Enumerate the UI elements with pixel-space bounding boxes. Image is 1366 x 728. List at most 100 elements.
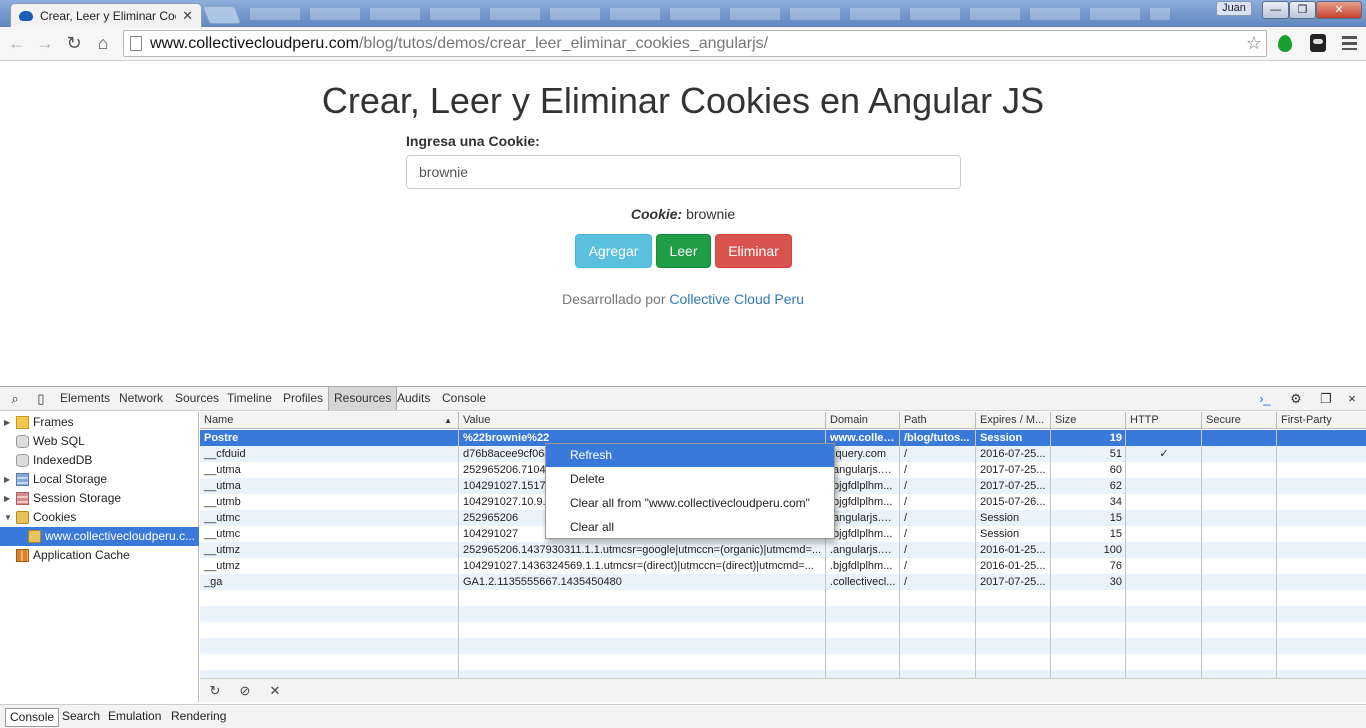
cell-first-party xyxy=(1277,526,1366,542)
clear-blocked-icon[interactable]: ⊘ xyxy=(237,683,253,699)
col-header-domain[interactable]: Domain xyxy=(826,412,900,429)
cell-domain: .bjgfdlplhm... xyxy=(830,560,893,572)
tab-network[interactable]: Network xyxy=(114,387,168,410)
sidebar-item-local-storage[interactable]: ▶ Local Storage xyxy=(0,470,199,489)
cell-size: 19 xyxy=(1109,432,1122,444)
web-page: Crear, Leer y Eliminar Cookies en Angula… xyxy=(0,62,1366,386)
tab-close-icon[interactable]: ✕ xyxy=(182,8,193,24)
menu-item-clear-all-from[interactable]: Clear all from "www.collectivecloudperu.… xyxy=(546,492,834,515)
cell-expires: 2017-07-25... xyxy=(980,576,1046,588)
col-header-size[interactable]: Size xyxy=(1051,412,1126,429)
sidebar-item-cookies[interactable]: ▼ Cookies xyxy=(0,508,199,527)
refresh-icon[interactable]: ↻ xyxy=(207,683,223,699)
reload-icon[interactable]: ↻ xyxy=(64,33,84,53)
tab-timeline[interactable]: Timeline xyxy=(222,387,277,410)
cookie-display: Cookie: brownie xyxy=(0,206,1366,222)
drawer-tab-emulation[interactable]: Emulation xyxy=(104,708,165,727)
cell-http xyxy=(1126,526,1202,542)
table-row[interactable]: _ga GA1.2.1135555667.1435450480 .collectiv… xyxy=(200,574,1366,590)
bookmark-star-icon[interactable]: ☆ xyxy=(1246,33,1262,54)
cell-expires: 2016-07-25... xyxy=(980,448,1046,460)
col-header-first-party[interactable]: First-Party xyxy=(1277,412,1366,429)
tab-audits[interactable]: Audits xyxy=(392,387,435,410)
delete-button[interactable]: Eliminar xyxy=(715,234,792,268)
expand-triangle-icon[interactable]: ▶ xyxy=(4,470,10,489)
sidebar-item-frames[interactable]: ▶ Frames xyxy=(0,413,199,432)
cell-size: 76 xyxy=(1109,560,1122,572)
owl-extension-icon[interactable] xyxy=(1310,34,1326,52)
profile-badge[interactable]: Juan xyxy=(1216,1,1252,16)
menu-item-refresh[interactable]: Refresh xyxy=(546,444,834,467)
cell-value: 104291027.1436324569.1.1.utmcsr=(direct)… xyxy=(463,560,814,572)
address-bar[interactable]: www.collectivecloudperu.com /blog/tutos/… xyxy=(123,30,1267,57)
drawer-tab-search[interactable]: Search xyxy=(58,708,104,727)
console-drawer-icon[interactable]: ›_ xyxy=(1257,391,1273,407)
tab-elements[interactable]: Elements xyxy=(55,387,115,410)
close-devtools-icon[interactable]: × xyxy=(1344,391,1360,407)
cookie-input[interactable] xyxy=(406,155,961,189)
gear-icon[interactable]: ⚙ xyxy=(1288,391,1304,407)
cell-name: __utmz xyxy=(204,544,241,556)
cell-first-party xyxy=(1277,446,1366,462)
col-header-name[interactable]: Name ▲ xyxy=(200,412,459,429)
cell-secure xyxy=(1202,526,1277,542)
empty-row xyxy=(200,638,1366,654)
table-row[interactable]: __utmz 104291027.1436324569.1.1.utmcsr=(d… xyxy=(200,558,1366,574)
new-tab-button[interactable] xyxy=(202,6,242,24)
minimize-button[interactable]: — xyxy=(1262,1,1289,19)
tab-resources[interactable]: Resources xyxy=(328,387,398,410)
cell-size: 100 xyxy=(1103,544,1122,556)
drawer-tab-console[interactable]: Console xyxy=(5,708,60,727)
browser-tab[interactable]: Crear, Leer y Eliminar Coo ✕ xyxy=(10,3,202,27)
cookie-display-value: brownie xyxy=(686,206,736,222)
sidebar-item-session-storage[interactable]: ▶ Session Storage xyxy=(0,489,199,508)
expand-triangle-icon[interactable]: ▶ xyxy=(4,413,10,432)
cell-path: / xyxy=(904,560,908,572)
back-arrow-icon[interactable]: ← xyxy=(7,33,27,53)
cell-path: / xyxy=(904,496,908,508)
delete-x-icon[interactable]: ✕ xyxy=(267,683,283,699)
column-divider xyxy=(1276,429,1277,678)
col-header-secure[interactable]: Secure xyxy=(1202,412,1277,429)
menu-item-delete[interactable]: Delete xyxy=(546,468,834,491)
forward-arrow-icon[interactable]: → xyxy=(35,33,55,53)
home-icon[interactable]: ⌂ xyxy=(93,33,113,53)
close-window-button[interactable]: ✕ xyxy=(1316,1,1362,19)
dock-side-icon[interactable]: ❐ xyxy=(1318,391,1334,407)
maximize-button[interactable]: ❐ xyxy=(1289,1,1316,19)
collapse-triangle-icon[interactable]: ▼ xyxy=(4,508,12,527)
col-header-expires[interactable]: Expires / M... xyxy=(976,412,1051,429)
devtools-tab-bar: ⌕ ▯ Elements Network Sources Timeline Pr… xyxy=(0,387,1366,411)
sidebar-item-web-sql[interactable]: Web SQL xyxy=(0,432,199,451)
table-icon xyxy=(16,473,29,486)
cell-name: _ga xyxy=(204,576,223,588)
device-mode-icon[interactable]: ▯ xyxy=(33,391,49,407)
column-divider xyxy=(458,429,459,678)
col-header-path[interactable]: Path xyxy=(900,412,976,429)
window-title-bar: Crear, Leer y Eliminar Coo ✕ Juan — ❐ ✕ xyxy=(0,0,1366,27)
leaf-extension-icon[interactable] xyxy=(1278,35,1292,52)
expand-triangle-icon[interactable]: ▶ xyxy=(4,489,10,508)
read-button[interactable]: Leer xyxy=(656,234,711,268)
sidebar-item-application-cache[interactable]: Application Cache xyxy=(0,546,199,565)
sidebar-item-cookie-domain[interactable]: www.collectivecloudperu.c... xyxy=(0,527,199,546)
tab-console[interactable]: Console xyxy=(437,387,491,410)
col-header-value[interactable]: Value xyxy=(459,412,826,429)
table-row[interactable]: __utmz 252965206.1437930311.1.1.utmcsr=go… xyxy=(200,542,1366,558)
cell-domain: .bjgfdlplhm... xyxy=(830,496,893,508)
cell-domain: .jquery.com xyxy=(830,448,887,460)
tab-profiles[interactable]: Profiles xyxy=(278,387,328,410)
menu-item-clear-all[interactable]: Clear all xyxy=(546,516,834,539)
cell-path: / xyxy=(904,480,908,492)
tab-sources[interactable]: Sources xyxy=(170,387,224,410)
add-button[interactable]: Agregar xyxy=(575,234,652,268)
inspect-search-icon[interactable]: ⌕ xyxy=(7,391,23,407)
empty-row xyxy=(200,590,1366,606)
database-icon xyxy=(16,454,29,467)
credit-link[interactable]: Collective Cloud Peru xyxy=(669,291,804,307)
column-divider xyxy=(899,429,900,678)
sidebar-item-indexeddb[interactable]: IndexedDB xyxy=(0,451,199,470)
drawer-tab-rendering[interactable]: Rendering xyxy=(167,708,230,727)
hamburger-menu-icon[interactable] xyxy=(1342,36,1357,50)
col-header-http[interactable]: HTTP xyxy=(1126,412,1202,429)
